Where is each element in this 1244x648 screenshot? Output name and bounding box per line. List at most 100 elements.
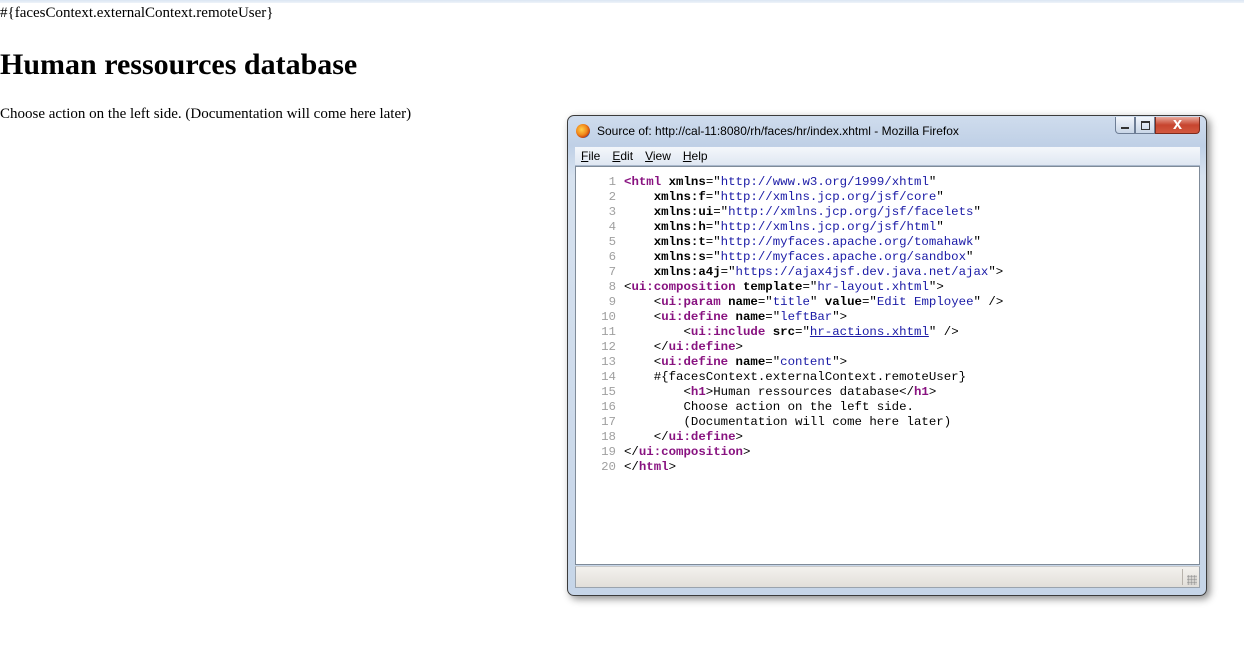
source-token: http://xmlns.jcp.org/jsf/html bbox=[720, 220, 937, 234]
view-source-window[interactable]: Source of: http://cal-11:8080/rh/faces/h… bbox=[567, 115, 1207, 596]
source-token: name bbox=[728, 355, 766, 369]
minimize-button[interactable] bbox=[1115, 117, 1135, 134]
source-token: < bbox=[624, 325, 691, 339]
source-token: (Documentation will come here later) bbox=[624, 415, 952, 429]
source-token: =" bbox=[705, 250, 721, 264]
source-token: =" bbox=[862, 295, 877, 309]
maximize-icon bbox=[1140, 120, 1150, 130]
line-number: 3 bbox=[608, 205, 616, 219]
source-line: 1 <html xmlns="http://www.w3.org/1999/xht… bbox=[576, 175, 1003, 190]
menu-edit[interactable]: Edit bbox=[606, 149, 639, 163]
source-line: 12 </ui:define> bbox=[576, 340, 1003, 355]
source-token: =" bbox=[705, 190, 721, 204]
line-number: 11 bbox=[601, 325, 616, 339]
close-button[interactable]: X bbox=[1155, 117, 1200, 134]
source-line: 13 <ui:define name="content"> bbox=[576, 355, 1003, 370]
line-number: 6 bbox=[608, 250, 616, 264]
firefox-icon[interactable] bbox=[576, 124, 590, 138]
source-token: Edit Employee bbox=[876, 295, 974, 309]
source-token: < bbox=[624, 385, 691, 399]
status-separator bbox=[1182, 569, 1183, 585]
line-number: 13 bbox=[601, 355, 616, 369]
source-token: https://ajax4jsf.dev.java.net/ajax bbox=[735, 265, 989, 279]
source-token: > bbox=[928, 385, 937, 399]
source-token: </ bbox=[624, 460, 639, 474]
window-caption-buttons: X bbox=[1115, 117, 1200, 136]
minimize-icon bbox=[1121, 127, 1129, 129]
resize-grip-icon[interactable] bbox=[1187, 575, 1197, 585]
source-token: " /> bbox=[973, 295, 1004, 309]
source-line: 7 xmlns:a4j="https://ajax4jsf.dev.java.n… bbox=[576, 265, 1004, 280]
source-token: =" bbox=[720, 265, 736, 279]
line-number: 14 bbox=[601, 370, 616, 384]
source-line: 4 xmlns:h="http://xmlns.jcp.org/jsf/html… bbox=[576, 220, 1003, 235]
source-token: h1 bbox=[914, 385, 929, 399]
line-number: 16 bbox=[601, 400, 616, 414]
line-number: 19 bbox=[601, 445, 616, 459]
line-number: 17 bbox=[601, 415, 616, 429]
source-token: h1 bbox=[690, 385, 706, 399]
source-token: xmlns:a4j bbox=[624, 265, 721, 279]
source-token: " bbox=[936, 220, 944, 234]
source-token: " bbox=[973, 235, 981, 249]
source-token: http://xmlns.jcp.org/jsf/core bbox=[720, 190, 937, 204]
source-line: 19 </ui:composition> bbox=[576, 445, 1003, 460]
source-token: xmlns:f bbox=[624, 190, 706, 204]
source-token: xmlns bbox=[661, 175, 706, 189]
source-line: 6 xmlns:s="http://myfaces.apache.org/san… bbox=[576, 250, 1003, 265]
source-token: leftBar bbox=[780, 310, 833, 324]
source-token: < bbox=[624, 355, 662, 369]
source-token: template bbox=[735, 280, 803, 294]
source-token: html bbox=[638, 460, 669, 474]
line-number: 15 bbox=[601, 385, 616, 399]
source-token: " bbox=[973, 205, 981, 219]
source-token: Choose action on the left side. bbox=[624, 400, 914, 414]
source-token: " bbox=[966, 250, 974, 264]
source-token: ui:define bbox=[661, 310, 729, 324]
line-number: 8 bbox=[608, 280, 616, 294]
source-token: #{facesContext.externalContext.remoteUse… bbox=[624, 370, 967, 384]
source-token: < bbox=[624, 295, 662, 309]
source-line: 14 #{facesContext.externalContext.remote… bbox=[576, 370, 1003, 385]
source-token: "> bbox=[832, 355, 848, 369]
source-token: hr-layout.xhtml bbox=[817, 280, 929, 294]
source-token: " bbox=[928, 175, 937, 189]
source-token: =" bbox=[765, 310, 781, 324]
source-token: ui:composition bbox=[638, 445, 743, 459]
source-line: 11 <ui:include src="hr-actions.xhtml" /> bbox=[576, 325, 1003, 340]
source-token: >Human ressources database</ bbox=[705, 385, 914, 399]
source-line: 10 <ui:define name="leftBar"> bbox=[576, 310, 1003, 325]
source-token: </ bbox=[624, 340, 669, 354]
source-token: title bbox=[772, 295, 810, 309]
line-number: 20 bbox=[601, 460, 616, 474]
maximize-button[interactable] bbox=[1135, 117, 1155, 134]
status-bar bbox=[575, 566, 1200, 588]
source-token: "> bbox=[928, 280, 944, 294]
source-link[interactable]: hr-actions.xhtml bbox=[810, 325, 929, 339]
source-line: 20 </html> bbox=[576, 460, 1003, 475]
source-token: ui:param bbox=[661, 295, 721, 309]
line-number: 7 bbox=[608, 265, 616, 279]
browser-top-edge bbox=[0, 0, 1244, 3]
source-token: ui:composition bbox=[631, 280, 736, 294]
remote-user-expression: #{facesContext.externalContext.remoteUse… bbox=[0, 5, 274, 21]
line-number: 12 bbox=[601, 340, 616, 354]
source-token: =" bbox=[705, 220, 721, 234]
window-titlebar[interactable]: Source of: http://cal-11:8080/rh/faces/h… bbox=[568, 116, 1206, 146]
menu-view[interactable]: View bbox=[639, 149, 677, 163]
line-number: 2 bbox=[608, 190, 616, 204]
source-view[interactable]: 1 <html xmlns="http://www.w3.org/1999/xht… bbox=[575, 166, 1200, 565]
source-token: html bbox=[631, 175, 662, 189]
source-line: 16 Choose action on the left side. bbox=[576, 400, 1003, 415]
source-token: ui:define bbox=[668, 430, 736, 444]
source-token: =" bbox=[705, 235, 721, 249]
source-token: ui:define bbox=[661, 355, 729, 369]
menu-help[interactable]: Help bbox=[677, 149, 714, 163]
source-token: > bbox=[735, 430, 743, 444]
source-line: 5 xmlns:t="http://myfaces.apache.org/tom… bbox=[576, 235, 1003, 250]
line-number: 4 bbox=[608, 220, 616, 234]
source-line: 8 <ui:composition template="hr-layout.xht… bbox=[576, 280, 1003, 295]
source-line: 15 <h1>Human ressources database</h1> bbox=[576, 385, 1003, 400]
menu-file[interactable]: File bbox=[575, 149, 606, 163]
source-token: =" bbox=[765, 355, 781, 369]
